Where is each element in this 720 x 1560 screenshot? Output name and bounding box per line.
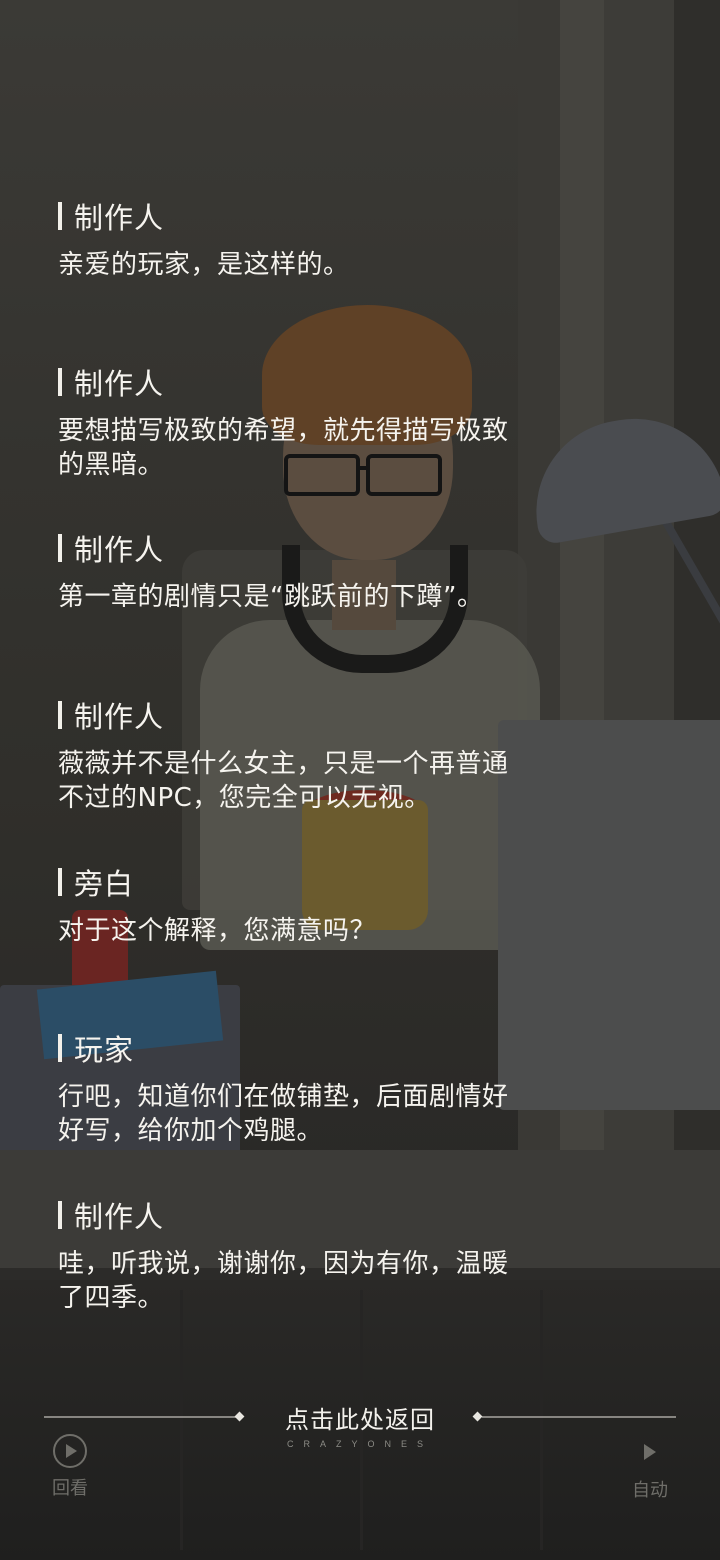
log-entry: 制作人 哇，听我说，谢谢你，因为有你，温暖 了四季。 bbox=[58, 1195, 578, 1315]
log-entry: 旁白 对于这个解释，您满意吗？ bbox=[58, 862, 578, 948]
speaker-label: 制作人 bbox=[74, 533, 165, 567]
return-label: 点击此处返回 bbox=[285, 1406, 435, 1434]
dialogue-text: 薇薇并不是什么女主，只是一个再普通 不过的NPC，您完全可以无视。 bbox=[58, 749, 509, 813]
speaker-label: 制作人 bbox=[74, 201, 165, 235]
replay-icon bbox=[53, 1434, 87, 1468]
log-entry: 制作人 第一章的剧情只是“跳跃前的下蹲”。 bbox=[58, 528, 578, 614]
review-button[interactable]: 回看 bbox=[44, 1434, 96, 1504]
speaker-name: 制作人 bbox=[58, 362, 578, 402]
speaker-name: 制作人 bbox=[58, 1195, 578, 1235]
speaker-label: 玩家 bbox=[74, 1033, 135, 1067]
log-entry: 制作人 亲爱的玩家，是这样的。 bbox=[58, 196, 578, 282]
speaker-name: 玩家 bbox=[58, 1028, 578, 1068]
speaker-name: 旁白 bbox=[58, 862, 578, 902]
auto-label: 自动 bbox=[632, 1480, 668, 1501]
speaker-marker bbox=[58, 202, 62, 230]
speaker-marker bbox=[58, 1201, 62, 1229]
divider-left bbox=[44, 1416, 240, 1418]
speaker-label: 制作人 bbox=[74, 700, 165, 734]
speaker-name: 制作人 bbox=[58, 528, 578, 568]
brand-watermark: CRAZYONES bbox=[286, 1439, 433, 1449]
speaker-label: 制作人 bbox=[74, 1200, 165, 1234]
dialogue-text: 第一章的剧情只是“跳跃前的下蹲”。 bbox=[58, 582, 484, 612]
dialogue-text: 要想描写极致的希望，就先得描写极致 的黑暗。 bbox=[58, 416, 509, 480]
log-entry: 玩家 行吧，知道你们在做铺垫，后面剧情好 好写，给你加个鸡腿。 bbox=[58, 1028, 578, 1148]
speaker-marker bbox=[58, 1034, 62, 1062]
divider-right bbox=[482, 1416, 676, 1418]
speaker-marker bbox=[58, 868, 62, 896]
dialogue-text: 哇，听我说，谢谢你，因为有你，温暖 了四季。 bbox=[58, 1249, 509, 1313]
dialogue-text: 行吧，知道你们在做铺垫，后面剧情好 好写，给你加个鸡腿。 bbox=[58, 1082, 509, 1146]
dialogue-text: 对于这个解释，您满意吗？ bbox=[58, 916, 377, 946]
speaker-label: 制作人 bbox=[74, 367, 165, 401]
review-label: 回看 bbox=[52, 1478, 88, 1499]
speaker-name: 制作人 bbox=[58, 695, 578, 735]
speaker-marker bbox=[58, 701, 62, 729]
log-entry: 制作人 薇薇并不是什么女主，只是一个再普通 不过的NPC，您完全可以无视。 bbox=[58, 695, 578, 815]
speaker-label: 旁白 bbox=[74, 867, 135, 901]
return-button[interactable]: 点击此处返回 CRAZYONES bbox=[250, 1400, 470, 1450]
auto-button[interactable]: 自动 bbox=[622, 1440, 678, 1504]
play-icon bbox=[644, 1444, 656, 1460]
log-entry: 制作人 要想描写极致的希望，就先得描写极致 的黑暗。 bbox=[58, 362, 578, 482]
dialogue-log[interactable]: 制作人 亲爱的玩家，是这样的。 制作人 要想描写极致的希望，就先得描写极致 的黑… bbox=[0, 0, 720, 1360]
dialogue-text: 亲爱的玩家，是这样的。 bbox=[58, 250, 350, 280]
speaker-marker bbox=[58, 534, 62, 562]
game-stage[interactable]: 制作人 亲爱的玩家，是这样的。 制作人 要想描写极致的希望，就先得描写极致 的黑… bbox=[0, 0, 720, 1560]
speaker-name: 制作人 bbox=[58, 196, 578, 236]
speaker-marker bbox=[58, 368, 62, 396]
